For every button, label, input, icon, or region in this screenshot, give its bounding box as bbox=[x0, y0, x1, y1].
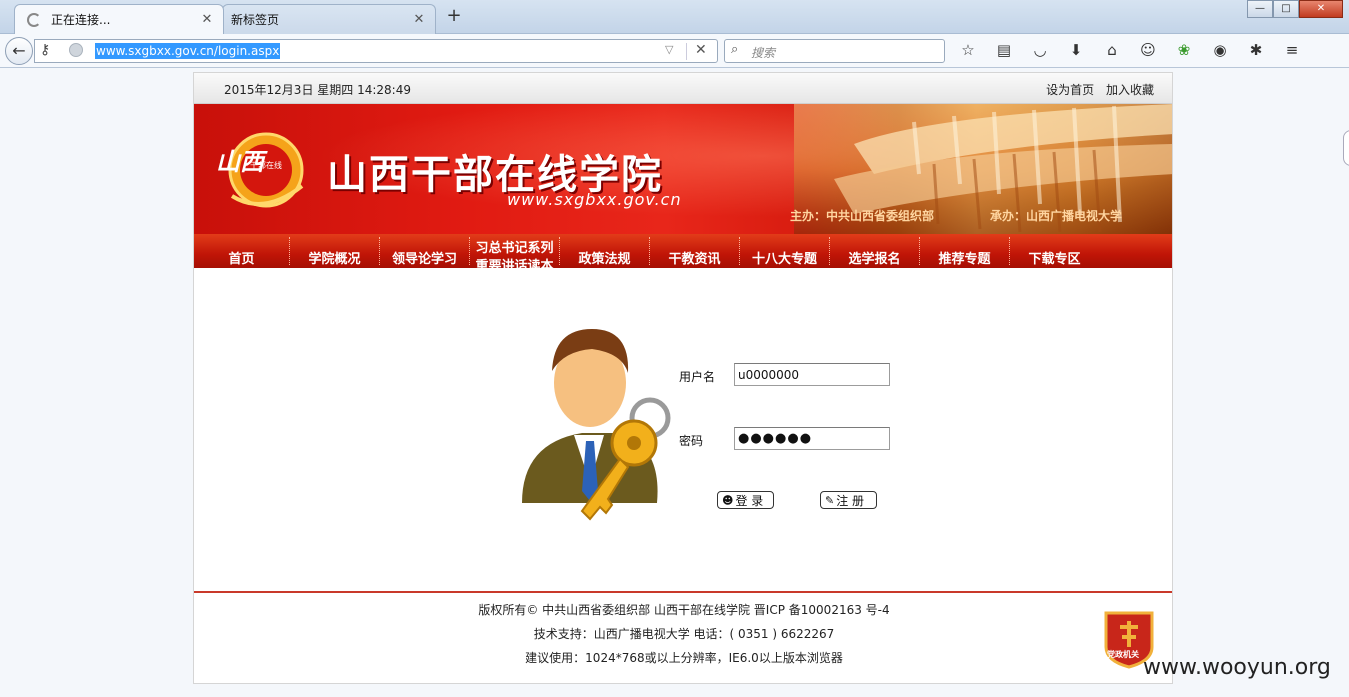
toolbar-icons: ☆ ▤ ◡ ⬇ ⌂ ☺ ❀ ◉ ✱ ≡ bbox=[956, 41, 1316, 61]
chat-icon[interactable]: ☺ bbox=[1136, 41, 1160, 61]
user-key-icon bbox=[522, 329, 671, 521]
site-url: www.sxgbxx.gov.cn bbox=[507, 190, 682, 209]
close-window-button[interactable]: ✕ bbox=[1299, 0, 1343, 18]
search-placeholder: 搜索 bbox=[751, 46, 776, 60]
nav-home[interactable]: 首页 bbox=[194, 234, 289, 268]
feeds-icon[interactable]: ◉ bbox=[1208, 41, 1232, 61]
nav-enroll[interactable]: 选学报名 bbox=[830, 234, 919, 268]
nav-xi-speeches[interactable]: 习总书记系列重要讲话读本 bbox=[470, 234, 559, 268]
login-button-label: 登 录 bbox=[735, 493, 764, 508]
nav-leader-study[interactable]: 领导论学习 bbox=[380, 234, 469, 268]
organizer-text: 承办：山西广播电视大学 bbox=[990, 209, 1123, 223]
password-label: 密码 bbox=[679, 434, 704, 448]
home-icon[interactable]: ⌂ bbox=[1100, 41, 1124, 61]
key-icon[interactable]: ⚷ bbox=[40, 42, 50, 58]
star-icon[interactable]: ☆ bbox=[956, 41, 980, 61]
stop-loading-icon[interactable]: ✕ bbox=[695, 42, 707, 58]
tab-new[interactable]: 新标签页 ✕ bbox=[222, 4, 436, 34]
url-separator bbox=[686, 43, 687, 60]
new-tab-button[interactable]: + bbox=[444, 5, 464, 26]
address-bar[interactable]: ⚷ www.sxgbxx.gov.cn/login.aspx ▽ ✕ bbox=[34, 39, 718, 63]
minimize-button[interactable]: — bbox=[1247, 0, 1273, 18]
top-links: 设为首页 加入收藏 bbox=[1038, 81, 1154, 98]
side-panel-handle[interactable] bbox=[1343, 130, 1349, 166]
register-button-label: 注 册 bbox=[836, 493, 865, 508]
username-input[interactable]: u0000000 bbox=[734, 363, 890, 386]
nav-downloads[interactable]: 下载专区 bbox=[1010, 234, 1099, 268]
tab-active[interactable]: 正在连接... ✕ bbox=[14, 4, 224, 34]
main-nav: 首页 学院概况 领导论学习 习总书记系列重要讲话读本 政策法规 干教资讯 十八大… bbox=[194, 234, 1172, 268]
gov-badge-text: 党政机关 bbox=[1107, 650, 1139, 659]
search-icon[interactable]: ⌕ bbox=[731, 42, 738, 57]
tab-title: 新标签页 bbox=[231, 13, 280, 27]
site-banner: 山西 干部在线 山西干部在线学院 www.sxgbxx.gov.cn 主办：中共… bbox=[194, 104, 1172, 234]
browser-recommendation: 建议使用：1024*768或以上分辨率，IE6.0以上版本浏览器 bbox=[525, 651, 843, 665]
back-button[interactable]: ← bbox=[5, 37, 33, 65]
login-button[interactable]: ☻ 登 录 bbox=[717, 491, 774, 509]
copyright-text: 版权所有© 中共山西省委组织部 山西干部在线学院 晋ICP 备10002163 … bbox=[478, 603, 890, 617]
url-dropdown-icon[interactable]: ▽ bbox=[665, 43, 673, 56]
nav-recommended[interactable]: 推荐专题 bbox=[920, 234, 1009, 268]
tab-close-icon[interactable]: ✕ bbox=[199, 12, 215, 27]
menu-icon[interactable]: ≡ bbox=[1280, 41, 1304, 61]
tab-strip: 正在连接... ✕ 新标签页 ✕ + — □ ✕ bbox=[0, 0, 1349, 34]
tab-close-icon[interactable]: ✕ bbox=[411, 12, 427, 27]
nav-18th-congress[interactable]: 十八大专题 bbox=[740, 234, 829, 268]
logo-subtext: 干部在线 bbox=[250, 161, 282, 170]
nav-about[interactable]: 学院概况 bbox=[290, 234, 379, 268]
tech-support-text: 技术支持：山西广播电视大学 电话：( 0351 ) 6622267 bbox=[533, 627, 835, 641]
globe-icon[interactable] bbox=[69, 43, 83, 57]
tab-title: 正在连接... bbox=[51, 13, 111, 27]
set-homepage-link[interactable]: 设为首页 bbox=[1046, 83, 1094, 97]
web-page: 2015年12月3日 星期四 14:28:49 设为首页 加入收藏 山西 干部在… bbox=[193, 72, 1173, 684]
url-text[interactable]: www.sxgbxx.gov.cn/login.aspx bbox=[95, 43, 281, 59]
password-input[interactable]: ●●●●●● bbox=[734, 427, 890, 450]
add-favorite-link[interactable]: 加入收藏 bbox=[1106, 83, 1154, 97]
reading-list-icon[interactable]: ▤ bbox=[992, 41, 1016, 61]
pencil-icon: ✎ bbox=[825, 493, 835, 507]
loading-spinner-icon bbox=[27, 12, 41, 27]
register-button[interactable]: ✎ 注 册 bbox=[820, 491, 877, 509]
download-icon[interactable]: ⬇ bbox=[1064, 41, 1088, 61]
nav-news[interactable]: 干教资讯 bbox=[650, 234, 739, 268]
extension-icon[interactable]: ✱ bbox=[1244, 41, 1268, 61]
addon-icon[interactable]: ❀ bbox=[1172, 41, 1196, 61]
window-controls: — □ ✕ bbox=[1247, 0, 1343, 18]
search-bar[interactable]: ⌕ 搜索 bbox=[724, 39, 945, 63]
user-icon: ☻ bbox=[722, 493, 734, 507]
watermark: www.wooyun.org bbox=[1143, 655, 1331, 680]
sponsor-text: 主办：中共山西省委组织部 bbox=[790, 209, 935, 223]
current-datetime: 2015年12月3日 星期四 14:28:49 bbox=[224, 83, 411, 97]
page-footer: 版权所有© 中共山西省委组织部 山西干部在线学院 晋ICP 备10002163 … bbox=[194, 593, 1172, 683]
top-info-bar: 2015年12月3日 星期四 14:28:49 设为首页 加入收藏 bbox=[194, 73, 1172, 104]
username-label: 用户名 bbox=[679, 370, 716, 384]
nav-policy[interactable]: 政策法规 bbox=[560, 234, 649, 268]
login-panel: 用户名 u0000000 密码 ●●●●●● ☻ 登 录 ✎ 注 册 bbox=[194, 268, 1172, 593]
pocket-icon[interactable]: ◡ bbox=[1028, 41, 1052, 61]
maximize-button[interactable]: □ bbox=[1273, 0, 1299, 18]
navigation-toolbar: ← ⚷ www.sxgbxx.gov.cn/login.aspx ▽ ✕ ⌕ 搜… bbox=[0, 34, 1349, 68]
